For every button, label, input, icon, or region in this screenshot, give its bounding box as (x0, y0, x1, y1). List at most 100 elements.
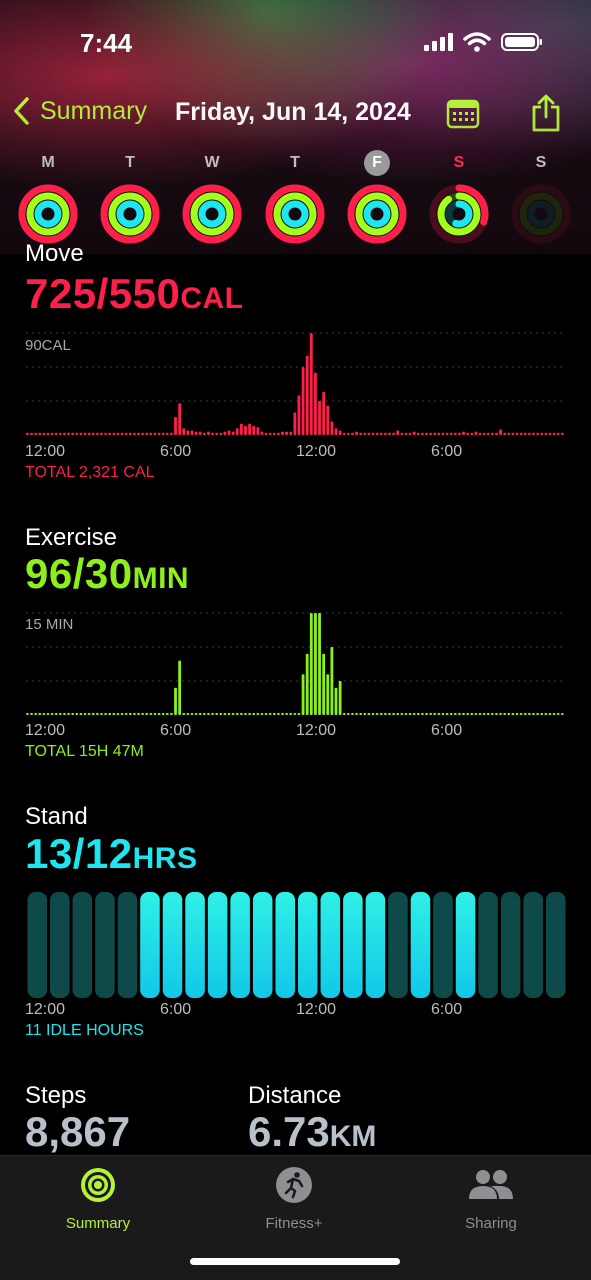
exercise-value-number: 96/30 (25, 550, 133, 597)
chart-bar (83, 713, 87, 715)
chart-bar (540, 432, 544, 435)
chart-bar (268, 432, 272, 435)
chart-bar (400, 713, 404, 715)
chart-bar (301, 367, 305, 435)
chart-bar (482, 713, 486, 715)
chart-bar (445, 432, 449, 435)
day-6[interactable]: S (506, 150, 576, 244)
chart-bar (318, 613, 321, 715)
chart-bar (532, 713, 535, 715)
chart-bar (556, 713, 560, 715)
chart-bar (536, 713, 540, 715)
chart-bar (289, 431, 293, 435)
day-letter: T (290, 154, 300, 171)
chart-bar (404, 713, 408, 715)
chart-bar (297, 713, 301, 715)
chart-bar (548, 713, 552, 715)
chart-bar (375, 713, 379, 715)
chart-bar (104, 432, 107, 435)
chart-bar (449, 432, 453, 435)
stand-hour-bar (140, 892, 160, 998)
stand-hour-bar (455, 892, 476, 998)
chart-bar (322, 391, 326, 435)
chart-bar (227, 430, 231, 435)
chart-bar (342, 432, 346, 435)
chart-bar (202, 432, 206, 435)
chart-bar (289, 713, 293, 715)
chart-bar (490, 713, 494, 715)
steps-label: Steps (25, 1082, 87, 1109)
chart-bar (268, 713, 272, 715)
day-1[interactable]: T (95, 150, 165, 244)
chart-bar (161, 432, 165, 435)
chart-bar (540, 713, 544, 715)
axis-tick-label: 6:00 (160, 1001, 192, 1018)
chart-bar (355, 713, 358, 715)
chart-bar (552, 713, 556, 715)
tab-fitness-plus[interactable]: Fitness+ (229, 1166, 359, 1232)
activity-rings-icon (265, 184, 325, 244)
day-4[interactable]: F (342, 150, 412, 244)
stand-ring (34, 200, 62, 228)
chart-bar (194, 713, 198, 715)
stand-ring (116, 200, 144, 228)
chart-bar (552, 432, 556, 435)
exercise-total: TOTAL 15H 47M (25, 743, 144, 760)
day-letter: T (125, 154, 135, 171)
chart-bar (507, 713, 511, 715)
chart-bar (178, 403, 182, 435)
day-3[interactable]: T (260, 150, 330, 244)
chart-bar (383, 713, 387, 715)
share-button[interactable] (530, 93, 562, 138)
chart-bar (478, 713, 482, 715)
chart-bar (437, 432, 441, 435)
stand-hour-bar (95, 892, 115, 998)
stand-title: Stand (25, 803, 88, 830)
chart-bar (108, 713, 112, 715)
distance-value: 6.73KM (248, 1108, 376, 1156)
chart-bar (79, 713, 83, 715)
chart-bar (223, 431, 227, 435)
chart-bar (149, 432, 153, 435)
move-value-unit: CAL (180, 282, 244, 315)
calendar-button[interactable] (446, 97, 480, 134)
chart-bar (137, 713, 140, 715)
day-2[interactable]: W (177, 150, 247, 244)
chart-bar (91, 713, 95, 715)
stand-hour-bar (50, 892, 70, 998)
chart-bar (63, 432, 66, 435)
chart-bar (108, 432, 112, 435)
chart-bar (425, 713, 428, 715)
chart-bar (466, 713, 470, 715)
back-button[interactable]: Summary (12, 96, 147, 126)
chart-bar (441, 713, 445, 715)
chart-bar (330, 647, 334, 715)
chart-bar (95, 713, 99, 715)
stand-hour-bar (365, 892, 386, 998)
chart-bar (38, 713, 42, 715)
chart-bar (412, 713, 416, 715)
chart-bar (79, 432, 83, 435)
chart-bar (141, 432, 145, 435)
chevron-left-icon (14, 97, 29, 125)
stand-hour-bar (162, 892, 183, 998)
chart-bar (416, 432, 420, 435)
chart-bar (351, 713, 354, 715)
chart-bar (30, 432, 33, 435)
chart-bar (453, 432, 457, 435)
chart-bar (466, 432, 470, 435)
move-chart (26, 332, 565, 435)
wifi-icon (463, 32, 491, 52)
day-5[interactable]: S (424, 150, 494, 244)
tab-sharing[interactable]: Sharing (426, 1166, 556, 1232)
day-0[interactable]: M (13, 150, 83, 244)
chart-bar (458, 432, 461, 435)
chart-bar (87, 713, 91, 715)
tab-summary[interactable]: Summary (33, 1166, 163, 1232)
day-letter: W (204, 154, 220, 171)
chart-bar (116, 713, 120, 715)
exercise-chart (26, 612, 565, 715)
chart-bar (272, 432, 276, 435)
chart-bar (157, 713, 161, 715)
chart-bar (190, 430, 194, 435)
